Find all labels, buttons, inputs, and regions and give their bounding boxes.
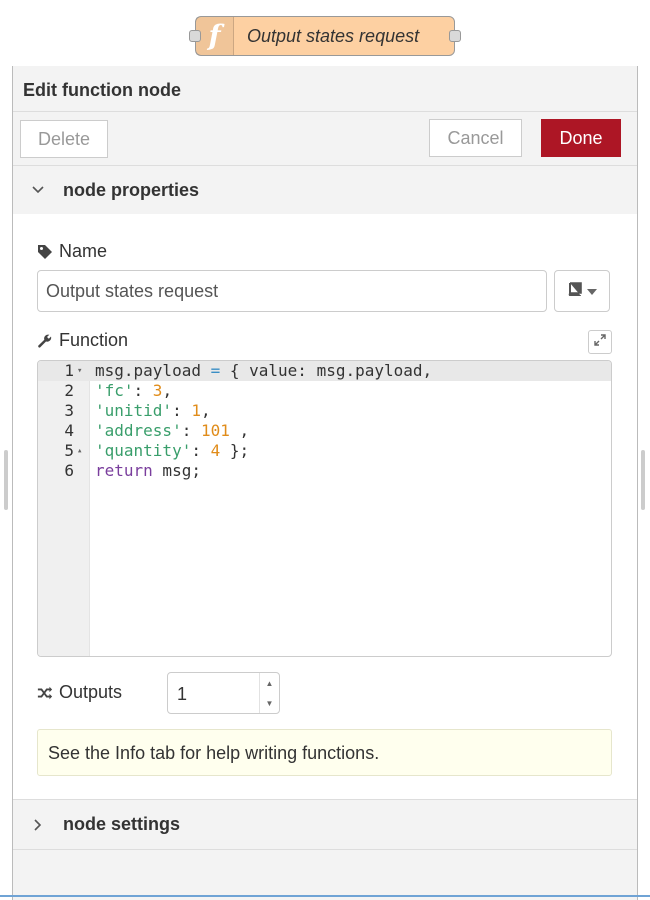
node-settings-title: node settings	[63, 814, 181, 834]
name-label: Name	[59, 241, 108, 261]
node-output-port[interactable]	[449, 30, 461, 42]
code-line: 5 ▴ 'quantity': 4 };	[64, 441, 250, 461]
bottom-border	[0, 895, 650, 897]
edit-tray: Edit function node Delete Cancel Done no…	[12, 66, 638, 900]
shuffle-icon	[37, 685, 53, 701]
outputs-stepper[interactable]: 1 ▲ ▼	[167, 672, 280, 714]
caret-down-icon	[587, 282, 597, 300]
decrement-button[interactable]: ▼	[260, 693, 279, 713]
fold-marker[interactable]: ▾	[77, 361, 82, 381]
outputs-spinner: ▲ ▼	[259, 673, 279, 713]
code-line: 4 'address': 101 ,	[64, 421, 250, 440]
code-text: msg.payload = { value: msg.payload,	[95, 361, 432, 381]
workspace-strip: f Output states request	[0, 0, 650, 66]
node-label: Output states request	[247, 25, 420, 46]
done-button[interactable]: Done	[541, 119, 621, 157]
chevron-right-icon	[27, 818, 49, 831]
function-label-row: Function	[37, 330, 128, 351]
function-label: Function	[59, 330, 129, 350]
help-tip: See the Info tab for help writing functi…	[37, 729, 612, 776]
tag-icon	[37, 244, 53, 260]
expand-editor-button[interactable]	[588, 330, 612, 354]
library-button[interactable]	[554, 270, 610, 312]
tray-title: Edit function node	[13, 66, 637, 112]
right-resize-handle[interactable]	[641, 450, 645, 510]
node-properties-title: node properties	[63, 179, 200, 200]
name-label-row: Name	[37, 241, 107, 262]
code-line: 6 return msg;	[64, 461, 201, 480]
delete-button[interactable]: Delete	[20, 120, 108, 158]
outputs-label: Outputs	[59, 682, 123, 702]
left-resize-handle[interactable]	[4, 450, 8, 510]
code-line: 3 'unitid': 1,	[64, 401, 211, 420]
name-input[interactable]: Output states request	[37, 270, 547, 312]
node-settings-header[interactable]: node settings	[13, 800, 637, 850]
node-properties-header[interactable]: node properties	[13, 166, 637, 214]
code-line-1: msg.payload = { value: msg.payload,	[95, 361, 433, 380]
function-node[interactable]: f Output states request	[189, 16, 461, 56]
function-code-editor[interactable]: 1 ▾ msg.payload = { value: msg.payload, 2…	[37, 360, 612, 657]
outputs-value: 1	[177, 684, 188, 704]
increment-button[interactable]: ▲	[260, 673, 279, 693]
outputs-label-row: Outputs	[37, 682, 122, 703]
code-line: 2 'fc': 3,	[64, 381, 173, 400]
tray-toolbar: Delete Cancel Done	[13, 112, 637, 166]
book-icon	[567, 281, 583, 301]
node-input-port[interactable]	[189, 30, 201, 42]
function-icon: f	[196, 17, 234, 55]
code-line: 1 ▾ msg.payload = { value: msg.payload,	[38, 361, 611, 381]
cancel-button[interactable]: Cancel	[429, 119, 522, 157]
fold-marker[interactable]: ▴	[77, 441, 82, 461]
node-properties-body: Name Output states request Function 1 ▾ …	[13, 214, 637, 800]
chevron-down-icon	[27, 186, 49, 194]
expand-icon	[594, 333, 606, 351]
wrench-icon	[37, 333, 53, 349]
